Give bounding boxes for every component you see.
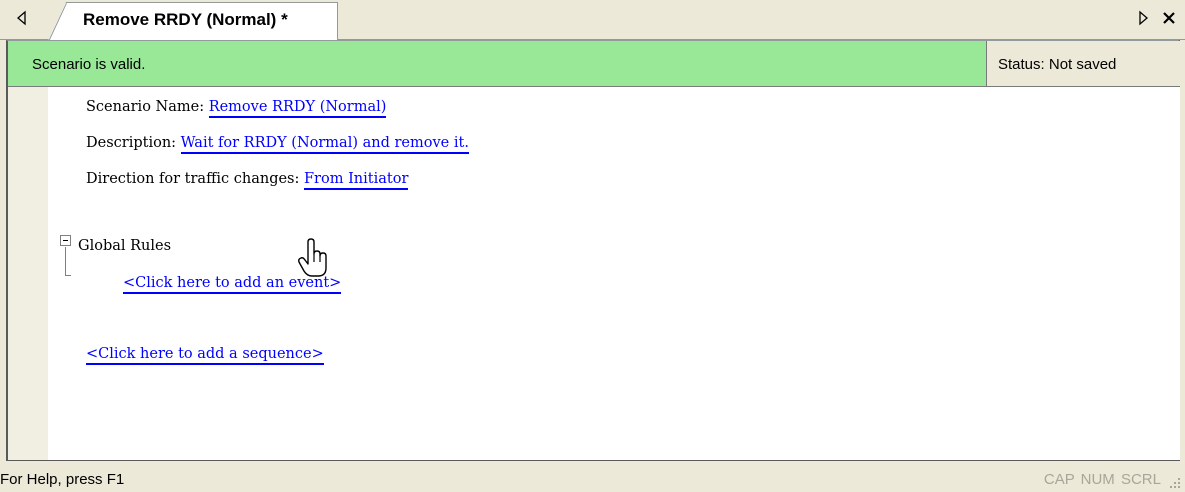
scenario-name-label: Scenario Name:: [86, 99, 205, 115]
direction-row: Direction for traffic changes: From Init…: [86, 171, 409, 190]
save-status-box: Status: Not saved: [987, 41, 1180, 87]
validation-message: Scenario is valid.: [32, 56, 146, 73]
resize-grip-icon[interactable]: [1169, 477, 1181, 489]
tree-connector: [65, 247, 66, 275]
scenario-name-row: Scenario Name: Remove RRDY (Normal): [86, 99, 387, 118]
direction-link[interactable]: From Initiator: [304, 171, 409, 190]
description-label: Description:: [86, 135, 177, 151]
add-sequence-row: <Click here to add a sequence>: [86, 346, 324, 365]
scenario-content: Scenario Name: Remove RRDY (Normal) Desc…: [48, 87, 1180, 460]
validation-bar: Scenario is valid.: [8, 41, 987, 87]
description-row: Description: Wait for RRDY (Normal) and …: [86, 135, 469, 154]
add-event-link[interactable]: <Click here to add an event>: [123, 275, 342, 294]
global-rules-label: Global Rules: [78, 238, 172, 254]
add-event-row: <Click here to add an event>: [123, 275, 342, 294]
tab-remove-rrdy[interactable]: Remove RRDY (Normal) *: [48, 2, 338, 41]
help-text: For Help, press F1: [0, 471, 125, 488]
description-link[interactable]: Wait for RRDY (Normal) and remove it.: [180, 135, 469, 154]
scenario-editor: Scenario is valid. Status: Not saved Sce…: [6, 40, 1180, 461]
status-bar: For Help, press F1 CAP NUM SCRL: [0, 465, 1185, 492]
scenario-name-link[interactable]: Remove RRDY (Normal): [208, 99, 387, 118]
collapse-toggle-icon[interactable]: [60, 235, 71, 246]
save-status: Status: Not saved: [998, 56, 1117, 73]
direction-label: Direction for traffic changes:: [86, 171, 300, 187]
add-sequence-link[interactable]: <Click here to add a sequence>: [86, 346, 324, 365]
tree-connector: [65, 275, 71, 276]
tab-title: Remove RRDY (Normal) *: [83, 10, 288, 29]
editor-gutter: [8, 87, 48, 460]
key-indicators: CAP NUM SCRL: [1043, 471, 1161, 488]
triangle-right-icon[interactable]: [1135, 8, 1151, 28]
close-icon[interactable]: [1161, 8, 1177, 28]
tab-strip: Remove RRDY (Normal) *: [0, 0, 1185, 41]
triangle-left-icon[interactable]: [14, 8, 30, 28]
tab-controls: [1135, 8, 1177, 28]
